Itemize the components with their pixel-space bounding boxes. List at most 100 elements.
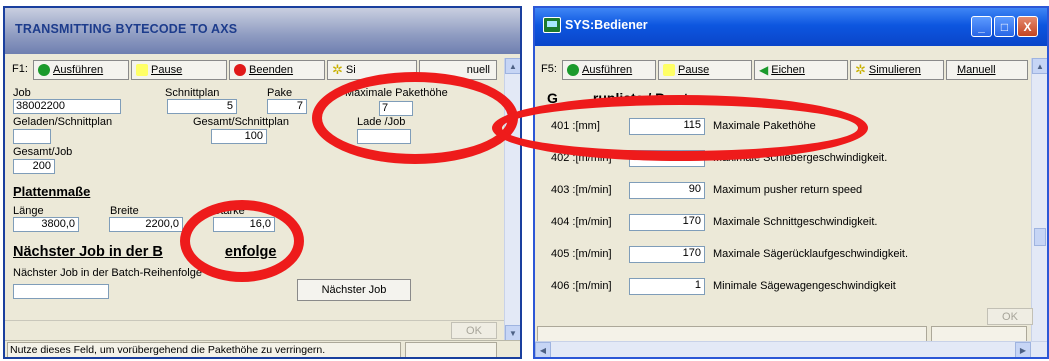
total-per-job-label: Gesamt/Job [13, 146, 73, 158]
param-value-field[interactable]: 1 [629, 278, 705, 295]
scroll-right-icon[interactable]: ▶ [1015, 342, 1031, 357]
left-form: Job 38002200 Schnittplan 5 Pake 7 Maxima… [5, 84, 502, 324]
next-job-heading-text: Nächster Job in der B [13, 244, 163, 260]
right-window-title: SYS:Bediener [565, 18, 648, 32]
scroll-left-icon[interactable]: ◀ [535, 342, 551, 357]
width-label: Breite [110, 205, 139, 217]
right-run-label: Ausführen [582, 64, 633, 76]
loaded-per-plan-field[interactable] [13, 129, 51, 144]
app-window-icon [543, 17, 561, 33]
manual-button[interactable]: nuell [419, 60, 497, 80]
pause-button[interactable]: Pause [131, 60, 227, 80]
right-simulate-button[interactable]: ✲ Simulieren [850, 60, 944, 80]
minimize-icon[interactable]: _ [971, 16, 992, 37]
loaded-per-plan-label: Geladen/Schnittplan [13, 116, 113, 128]
right-vertical-scrollbar[interactable]: ▲ [1031, 58, 1047, 341]
right-manual-button[interactable]: Manuell [946, 60, 1028, 80]
length-field[interactable]: 3800,0 [13, 217, 79, 232]
scroll-thumb[interactable] [1034, 228, 1046, 246]
right-title-bar: SYS:Bediener _ □ X [535, 8, 1047, 46]
right-run-button[interactable]: Ausführen [562, 60, 656, 80]
run-button[interactable]: Ausführen [33, 60, 129, 80]
job-label: Job [13, 87, 31, 99]
yellow-square-icon [663, 64, 675, 76]
schnittplan-field[interactable]: 5 [167, 99, 237, 114]
param-value-field[interactable]: 115 [629, 118, 705, 135]
left-toolbar: F1: Ausführen Pause Beenden ✲ Si nuell [5, 58, 520, 82]
next-job-heading-tail: enfolge [224, 244, 277, 260]
calibrate-label: Eichen [771, 64, 805, 76]
left-title-bar: TRANSMITTING BYTECODE TO AXS [5, 8, 520, 54]
max-height-label: Maximale Pakethöhe [345, 87, 448, 99]
param-description: Maximale Schnittgeschwindigkeit. [713, 216, 878, 228]
run-label: Ausführen [53, 64, 104, 76]
status-cell-2 [405, 342, 497, 357]
next-job-field-label: Nächster Job in der Batch-Reihenfolge [13, 267, 202, 279]
right-toolbar: F5: Ausführen Pause ◀ Eichen ✲ Simuliere… [535, 58, 1047, 82]
left-ok-strip: OK [5, 320, 504, 340]
job-field[interactable]: 38002200 [13, 99, 121, 114]
right-ok-button[interactable]: OK [987, 308, 1033, 325]
manual-label: nuell [466, 64, 490, 76]
param-value-field[interactable]: 90 [629, 182, 705, 199]
total-per-job-field[interactable]: 200 [13, 159, 55, 174]
quit-label: Beenden [249, 64, 294, 76]
next-job-button-label: Nächster Job [321, 284, 387, 296]
left-vertical-scrollbar[interactable]: ▲ ▼ [504, 58, 520, 341]
param-section-heading: G rupliste / P te [547, 90, 697, 106]
close-icon[interactable]: X [1017, 16, 1038, 37]
laden-job-field[interactable] [357, 129, 411, 144]
right-horizontal-scrollbar[interactable]: ◀ ▶ [535, 341, 1047, 357]
right-simulate-label: Simulieren [868, 64, 921, 76]
right-ok-strip: OK [535, 306, 1033, 342]
right-manual-label: Manuell [957, 64, 996, 76]
param-list: G rupliste / P te 401 :[mm] 115 Maximale P… [535, 84, 1031, 306]
quit-button[interactable]: Beenden [229, 60, 325, 80]
next-job-field[interactable] [13, 284, 109, 299]
param-description: Maximum pusher return speed [713, 184, 863, 196]
scroll-up-icon[interactable]: ▲ [1032, 58, 1047, 74]
right-toolbar-prefix: F5: [541, 63, 557, 75]
total-per-plan-label: Gesamt/Schnittplan [193, 116, 289, 128]
red-dot-icon [234, 64, 246, 76]
param-value-field[interactable]: 170 [629, 246, 705, 263]
plates-heading: Plattenmaße [13, 184, 91, 199]
yellow-square-icon [136, 64, 148, 76]
param-value-field[interactable]: 25 [629, 150, 705, 167]
param-code: 406 :[m/min] [551, 280, 612, 292]
max-height-field[interactable]: 7 [379, 101, 413, 116]
scroll-down-icon[interactable]: ▼ [505, 325, 520, 341]
param-description: Maximale Sägerücklaufgeschwindigkeit. [713, 248, 909, 260]
left-status-bar: Nutze dieses Feld, um vorübergehend die … [5, 340, 520, 357]
total-per-plan-field[interactable]: 100 [211, 129, 267, 144]
width-field[interactable]: 2200,0 [109, 217, 183, 232]
right-pause-button[interactable]: Pause [658, 60, 752, 80]
param-value-field[interactable]: 170 [629, 214, 705, 231]
right-status-cell-2 [931, 326, 1027, 342]
left-ok-button[interactable]: OK [451, 322, 497, 339]
param-code: 401 :[mm] [551, 120, 600, 132]
left-window: TRANSMITTING BYTECODE TO AXS F1: Ausführ… [3, 6, 522, 359]
next-job-button[interactable]: Nächster Job [297, 279, 411, 301]
green-dot-icon [38, 64, 50, 76]
thickness-label: Stärke [213, 205, 245, 217]
param-description: Minimale Sägewagengeschwindigkeit [713, 280, 896, 292]
right-status-cell-1 [537, 326, 927, 342]
thickness-field[interactable]: 16,0 [213, 217, 275, 232]
right-window: SYS:Bediener _ □ X F5: Ausführen Pause ◀… [533, 6, 1049, 359]
maximize-icon[interactable]: □ [994, 16, 1015, 37]
star-burst-icon: ✲ [332, 62, 343, 77]
pakete-field[interactable]: 7 [267, 99, 307, 114]
pause-label: Pause [151, 64, 183, 76]
param-description: Maximale Pakethöhe [713, 120, 816, 132]
param-code: 402 :[m/min] [551, 152, 612, 164]
next-job-heading: Nächster Job in der B enfolge [13, 244, 276, 260]
green-dot-icon [567, 64, 579, 76]
pakete-label: Pake [267, 87, 293, 99]
left-toolbar-prefix: F1: [12, 63, 28, 75]
calibrate-button[interactable]: ◀ Eichen [754, 60, 848, 80]
status-text: Nutze dieses Feld, um vorübergehend die … [7, 342, 401, 357]
simulate-button[interactable]: ✲ Si [327, 60, 417, 80]
scroll-up-icon[interactable]: ▲ [505, 58, 520, 74]
param-description: Maximale Schiebergeschwindigkeit. [713, 152, 888, 164]
